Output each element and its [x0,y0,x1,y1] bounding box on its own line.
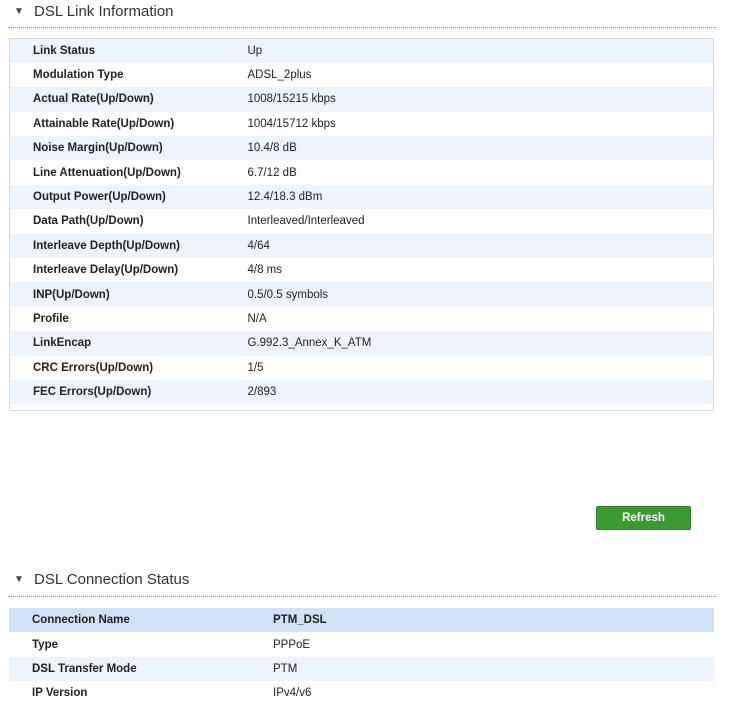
spacer-cell [9,404,238,411]
row-value: 1/5 [237,355,714,380]
table-row: IP Version IPv4/v6 [9,681,714,706]
row-label: Noise Margin(Up/Down) [9,136,238,161]
row-value: PPPoE [273,632,714,657]
row-value: 4/64 [237,233,714,259]
table-row: INP(Up/Down) 0.5/0.5 symbols [9,282,714,307]
divider [8,27,716,28]
row-label: Actual Rate(Up/Down) [9,87,238,112]
table-row: CRC Errors(Up/Down) 1/5 [9,355,714,380]
row-value: 4/8 ms [237,258,714,283]
row-label: LinkEncap [9,331,238,356]
row-value: Up [237,38,714,63]
table-row: Interleave Delay(Up/Down) 4/8 ms [9,258,714,283]
row-label: FEC Errors(Up/Down) [9,379,238,405]
row-value: 1008/15215 kbps [237,87,714,112]
triangle-down-icon[interactable]: ▼ [12,6,26,17]
table-row: Noise Margin(Up/Down) 10.4/8 dB [9,136,714,161]
table-row: Attainable Rate(Up/Down) 1004/15712 kbps [9,111,714,137]
row-label: INP(Up/Down) [9,282,238,307]
table-row: Type PPPoE [9,632,714,657]
table-row: Data Path(Up/Down) Interleaved/Interleave… [9,209,714,234]
row-value: N/A [237,306,714,332]
table-row: Modulation Type ADSL_2plus [9,62,714,88]
refresh-button[interactable]: Refresh [596,506,691,530]
row-label: Connection Name [9,608,273,633]
table-row: Profile N/A [9,306,714,332]
row-value: 12.4/18.3 dBm [237,184,714,210]
row-value: PTM [273,656,714,682]
table-row: Interleave Depth(Up/Down) 4/64 [9,233,714,259]
row-value: 6.7/12 dB [237,160,714,185]
table-row: LinkEncap G.992.3_Annex_K_ATM [9,331,714,356]
row-value: IPv4/v6 [273,681,714,706]
triangle-down-icon[interactable]: ▼ [12,574,26,585]
row-label: Line Attenuation(Up/Down) [9,160,238,185]
table-spacer [9,404,714,411]
row-label: Data Path(Up/Down) [9,209,238,234]
row-label: Modulation Type [9,62,238,88]
row-value: 10.4/8 dB [237,136,714,161]
row-value: PTM_DSL [273,608,714,633]
row-label: IP Version [9,681,273,706]
dsl-connection-status-table: Connection Name PTM_DSL Type PPPoE DSL T… [9,608,714,706]
row-label: Link Status [9,38,238,63]
section-title: DSL Connection Status [34,570,190,588]
row-label: DSL Transfer Mode [9,656,273,682]
spacer-cell [237,404,714,411]
row-label: Type [9,632,273,657]
row-label: Profile [9,306,238,332]
row-label: CRC Errors(Up/Down) [9,355,238,380]
table-row: FEC Errors(Up/Down) 2/893 [9,379,714,405]
table-row: DSL Transfer Mode PTM [9,656,714,682]
row-value: 0.5/0.5 symbols [237,282,714,307]
table-row: Line Attenuation(Up/Down) 6.7/12 dB [9,160,714,185]
dsl-link-info-table: Link Status Up Modulation Type ADSL_2plus Ac… [9,38,714,411]
divider [8,596,716,597]
row-value: ADSL_2plus [237,62,714,88]
table-row: Actual Rate(Up/Down) 1008/15215 kbps [9,87,714,112]
row-label: Interleave Depth(Up/Down) [9,233,238,259]
row-value: Interleaved/Interleaved [237,209,714,234]
row-value: 2/893 [237,379,714,405]
dsl-link-info-header[interactable]: ▼ DSL Link Information [8,0,716,22]
row-label: Attainable Rate(Up/Down) [9,111,238,137]
table-row: Output Power(Up/Down) 12.4/18.3 dBm [9,184,714,210]
section-title: DSL Link Information [34,2,174,20]
row-label: Output Power(Up/Down) [9,184,238,210]
row-value: 1004/15712 kbps [237,111,714,137]
table-header-row: Connection Name PTM_DSL [9,608,714,633]
dsl-connection-status-header[interactable]: ▼ DSL Connection Status [8,568,716,590]
row-value: G.992.3_Annex_K_ATM [237,331,714,356]
row-label: Interleave Delay(Up/Down) [9,258,238,283]
table-row: Link Status Up [9,38,714,63]
